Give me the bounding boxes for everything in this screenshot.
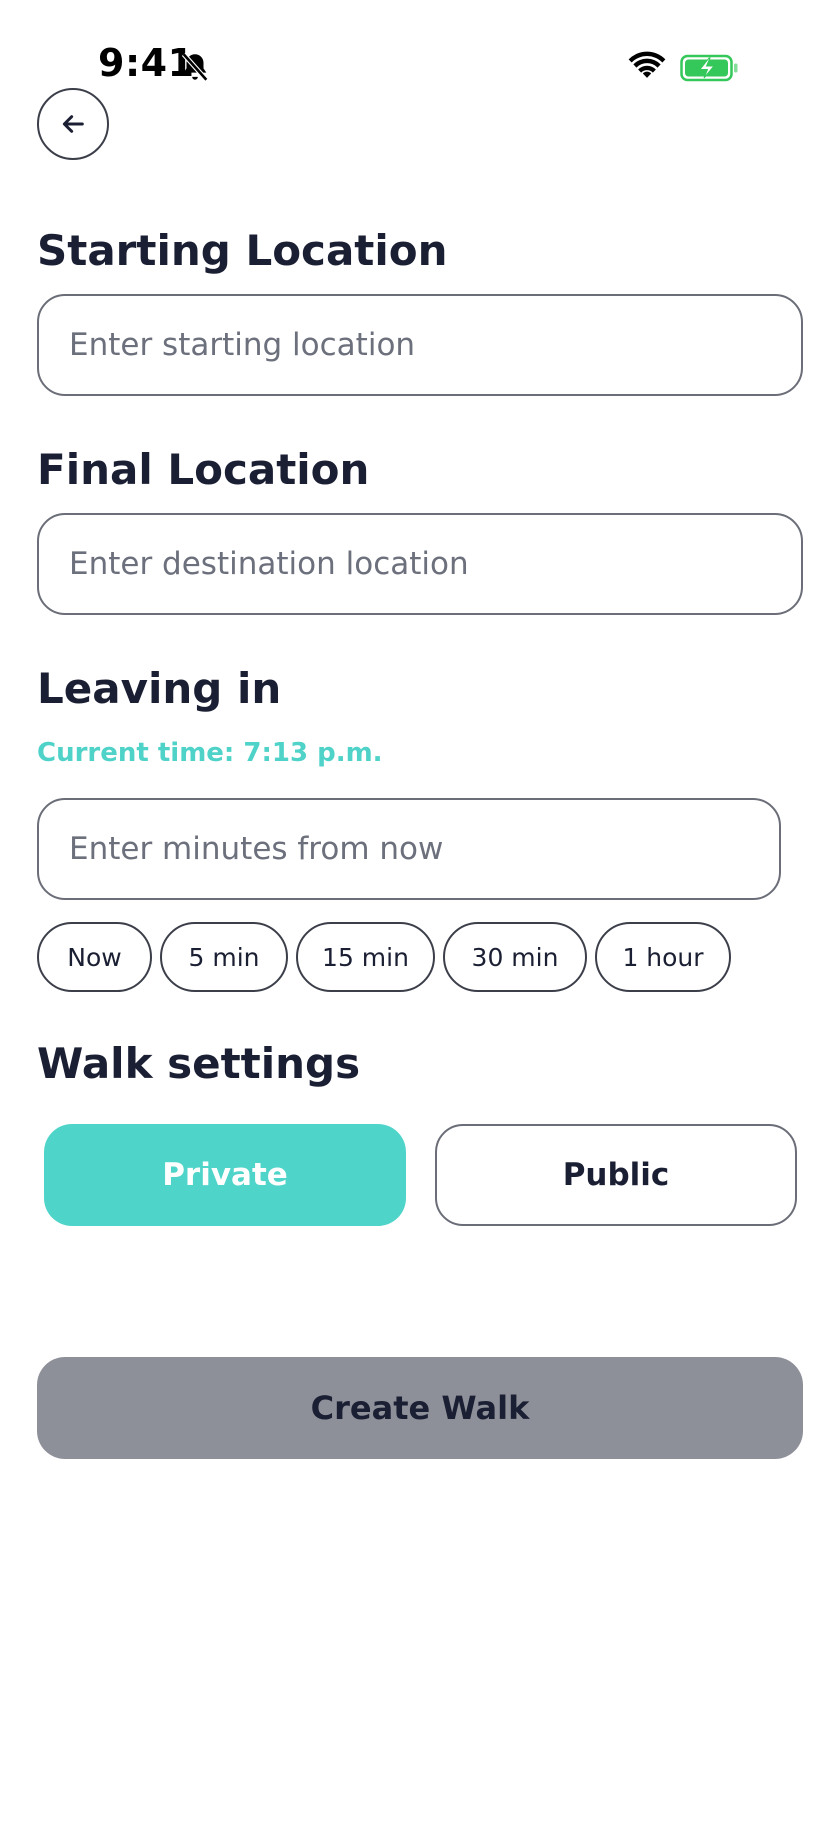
battery-charging-icon xyxy=(680,54,738,82)
chip-now[interactable]: Now xyxy=(37,922,152,992)
leaving-in-title: Leaving in xyxy=(37,664,282,713)
final-location-input[interactable] xyxy=(37,513,803,615)
chip-30-min[interactable]: 30 min xyxy=(443,922,587,992)
arrow-left-icon xyxy=(62,115,84,133)
final-location-title: Final Location xyxy=(37,445,370,494)
status-bar: 9:41 xyxy=(0,0,840,90)
minutes-from-now-input[interactable] xyxy=(37,798,781,900)
public-toggle-button[interactable]: Public xyxy=(435,1124,797,1226)
create-walk-button[interactable]: Create Walk xyxy=(37,1357,803,1459)
chip-1-hour[interactable]: 1 hour xyxy=(595,922,731,992)
back-button[interactable] xyxy=(37,88,109,160)
private-toggle-button[interactable]: Private xyxy=(44,1124,406,1226)
starting-location-title: Starting Location xyxy=(37,226,448,275)
starting-location-input[interactable] xyxy=(37,294,803,396)
bell-slash-icon xyxy=(181,52,209,82)
chip-5-min[interactable]: 5 min xyxy=(160,922,288,992)
current-time-label: Current time: 7:13 p.m. xyxy=(37,738,383,768)
quick-time-options: Now 5 min 15 min 30 min 1 hour xyxy=(37,922,731,992)
wifi-icon xyxy=(628,51,666,78)
walk-settings-title: Walk settings xyxy=(37,1039,361,1088)
chip-15-min[interactable]: 15 min xyxy=(296,922,435,992)
